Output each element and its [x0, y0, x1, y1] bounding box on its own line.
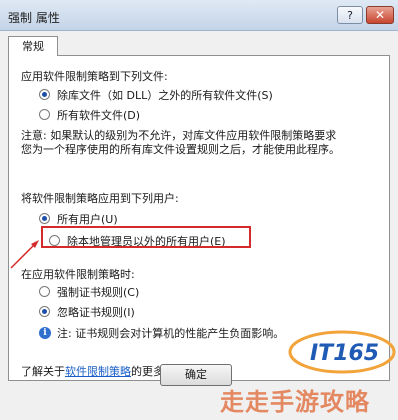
close-button[interactable]: ✕ [366, 6, 394, 24]
radio-all-software-files[interactable] [39, 109, 50, 120]
cert-note: 注: 证书规则会对计算机的性能产生负面影响。 [57, 327, 285, 340]
tab-general[interactable]: 常规 [8, 36, 58, 56]
title-bar: 强制 属性 ? ✕ [0, 0, 398, 31]
radio-label-enforce-cert-rules[interactable]: 强制证书规则(C) [57, 284, 139, 300]
cert-section-heading: 在应用软件限制策略时: [21, 268, 135, 281]
radio-enforce-cert-rules[interactable] [39, 286, 50, 297]
radio-label-all-users[interactable]: 所有用户(U) [57, 211, 118, 227]
it165-watermark-logo: IT165 [288, 330, 396, 374]
help-button[interactable]: ? [337, 6, 363, 24]
software-restriction-policy-link[interactable]: 软件限制策略 [65, 365, 131, 378]
radio-label-except-libraries[interactable]: 除库文件（如 DLL）之外的所有软件文件(S) [57, 87, 273, 103]
files-section-heading: 应用软件限制策略到下列文件: [21, 70, 168, 83]
window-title: 强制 属性 [8, 11, 60, 25]
watermark-site-text: 走走手游攻略 [220, 388, 370, 416]
watermark-logo-text: IT165 [310, 341, 379, 366]
more-info-prefix: 了解关于 [21, 365, 65, 378]
radio-all-users[interactable] [39, 213, 50, 224]
red-arrow-icon [10, 240, 39, 269]
info-icon: i [39, 327, 51, 339]
red-highlight-box [41, 226, 251, 248]
radio-ignore-cert-rules[interactable] [39, 306, 50, 317]
radio-label-ignore-cert-rules[interactable]: 忽略证书规则(I) [57, 304, 135, 320]
radio-label-all-software-files[interactable]: 所有软件文件(D) [57, 107, 140, 123]
users-section-heading: 将软件限制策略应用到下列用户: [21, 192, 179, 205]
files-note-line2: 您为一个程序使用的所有库文件设置规则之后，才能使用此程序。 [21, 143, 340, 156]
radio-except-libraries[interactable] [39, 89, 50, 100]
